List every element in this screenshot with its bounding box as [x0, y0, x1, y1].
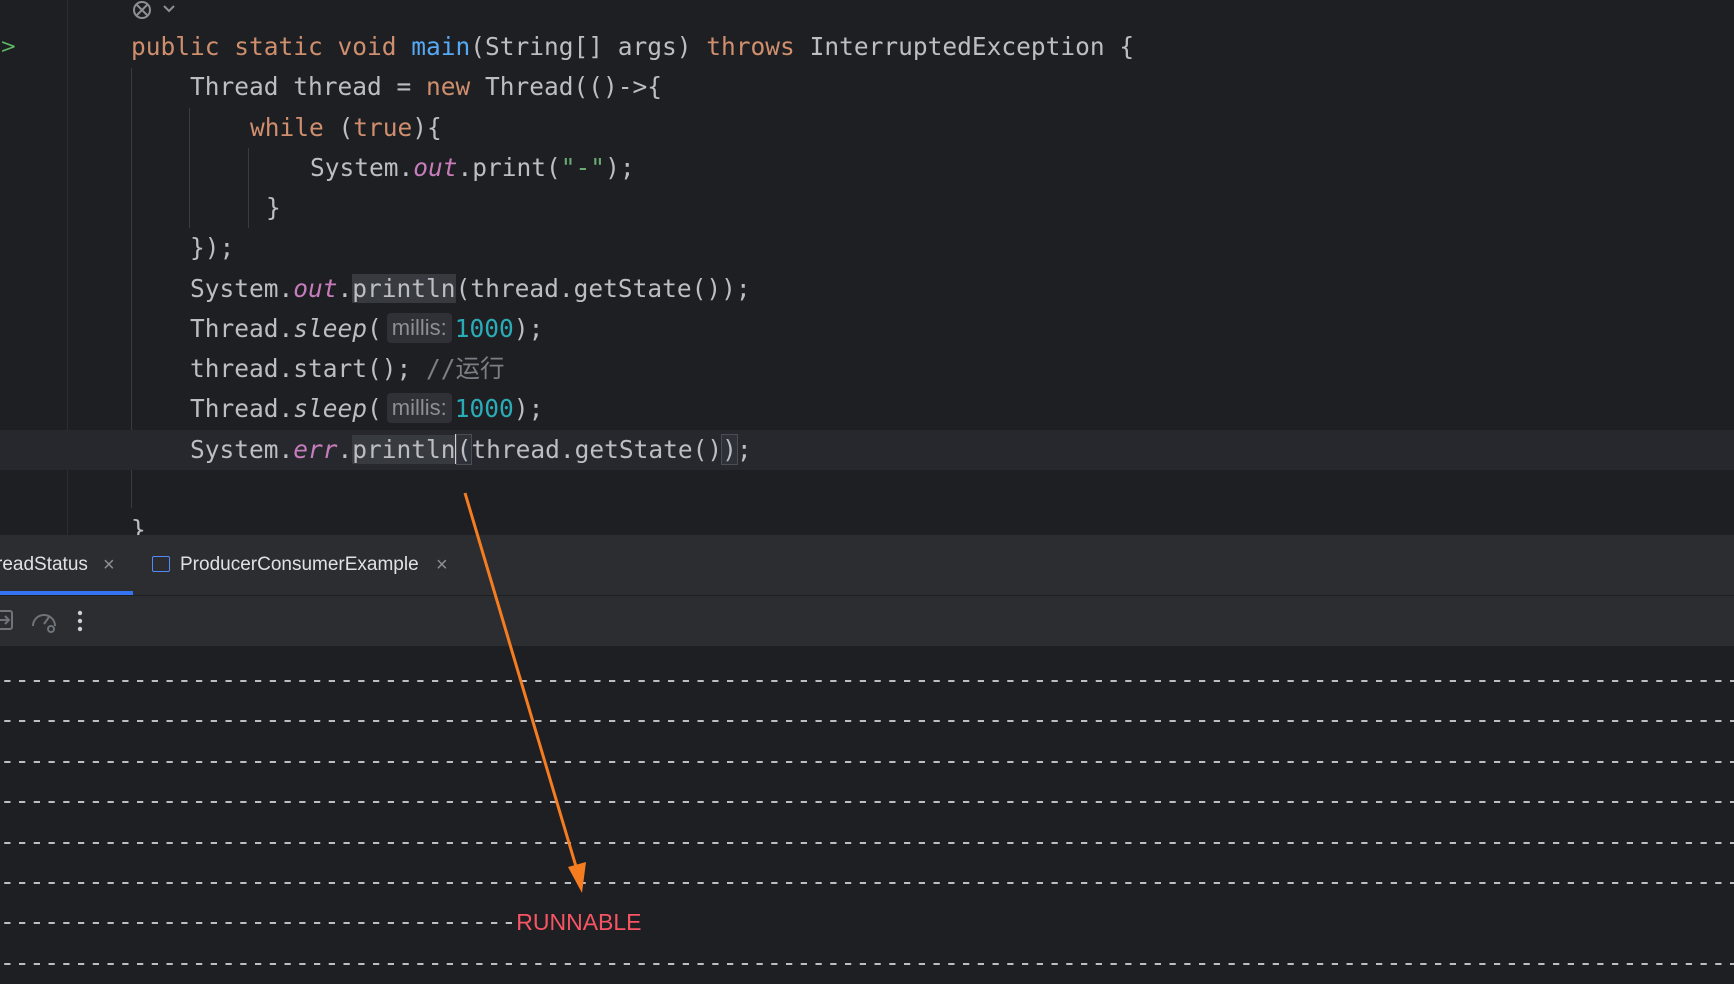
code-token: ( [367, 394, 382, 423]
code-token: thread.start(); [190, 354, 427, 383]
code-line[interactable]: }); [0, 228, 1734, 268]
console-line: ----------------------------------------… [0, 741, 1734, 781]
close-icon[interactable]: × [103, 535, 115, 595]
code-token: out [293, 274, 338, 303]
console-line: ----------------------------------------… [0, 862, 1734, 902]
console-line: ----------------------------------------… [0, 660, 1734, 700]
code-line[interactable]: Thread thread = new Thread(()->{ [0, 67, 1734, 107]
code-token: thread.getState() [471, 435, 723, 464]
run-toolbar [0, 596, 1734, 646]
code-token: "-" [560, 153, 606, 182]
code-token: sleep [293, 314, 368, 343]
code-line[interactable]: } [0, 188, 1734, 228]
code-line[interactable]: thread.start(); //运行 [0, 349, 1734, 389]
code-token: main [411, 32, 471, 61]
console-line: ----------------------------------------… [0, 781, 1734, 821]
code-token: println [352, 435, 456, 464]
code-token: . [337, 435, 353, 464]
code-token: Thread thread = [190, 72, 427, 101]
run-tab-bar: readStatus × ProducerConsumerExample × [0, 535, 1734, 596]
tab-label: ProducerConsumerExample [180, 554, 419, 575]
active-tab-indicator [0, 591, 133, 595]
class-file-icon [152, 556, 170, 572]
code-token: } [131, 515, 146, 535]
code-line[interactable] [0, 470, 1734, 510]
code-token: ( [455, 434, 473, 465]
console-output[interactable]: ----------------------------------------… [0, 646, 1734, 984]
code-token: ); [513, 314, 544, 343]
code-token: Thread. [190, 394, 294, 423]
code-token: ) [721, 434, 738, 465]
code-editor[interactable]: > public static void main(String[] args)… [0, 0, 1734, 535]
code-line[interactable]: System.out.print("-"); [0, 148, 1734, 188]
code-token: Thread. [190, 314, 294, 343]
code-line[interactable]: } [0, 510, 1734, 535]
code-token: 1000 [454, 394, 514, 423]
code-token: public static void [131, 32, 412, 61]
code-token: err [293, 435, 338, 464]
code-token: ; [736, 435, 752, 464]
code-line[interactable]: public static void main(String[] args) t… [0, 27, 1734, 67]
code-token: ( [323, 113, 354, 142]
code-line[interactable]: Thread.sleep(millis: 1000); [0, 309, 1734, 349]
code-token: out [413, 153, 458, 182]
stdout-text: ----------------------------------------… [0, 947, 1734, 977]
code-token: Thread(()->{ [470, 72, 663, 101]
more-options-icon[interactable] [76, 608, 84, 634]
code-token: . [337, 274, 353, 303]
code-token: System. [190, 274, 294, 303]
tab-label: readStatus [0, 554, 88, 575]
code-token: 运行 [455, 354, 505, 383]
code-token: ); [605, 153, 635, 182]
code-token: System. [310, 153, 414, 182]
code-token: (thread.getState()); [455, 274, 751, 303]
stdout-text: ----------------------------------------… [0, 705, 1734, 735]
stdout-text: ----------------------------------------… [0, 665, 1734, 694]
parameter-hint: millis: [386, 313, 452, 343]
stdout-text: ----------------------------------------… [0, 867, 1734, 896]
code-token: ); [513, 394, 544, 423]
code-token: }); [190, 233, 235, 262]
console-line: -----------------------------------RUNNA… [0, 902, 1734, 942]
code-token: while [250, 113, 324, 142]
code-line[interactable]: while (true){ [0, 108, 1734, 148]
code-line[interactable]: System.err.println(thread.getState()); [0, 430, 1734, 470]
code-token: System. [190, 435, 294, 464]
code-token: throws [706, 32, 795, 61]
code-token: println [352, 274, 456, 303]
restore-layout-icon[interactable] [0, 608, 16, 632]
code-token: ){ [412, 113, 442, 142]
close-icon[interactable]: × [436, 535, 448, 595]
tab-producerconsumerexample[interactable]: ProducerConsumerExample [180, 535, 419, 595]
stdout-text: ----------------------------------------… [0, 745, 1734, 775]
code-token: sleep [293, 394, 368, 423]
ai-assistant-icon[interactable] [130, 0, 178, 24]
code-token: InterruptedException { [794, 32, 1135, 61]
stdout-text: ----------------------------------- [0, 907, 517, 937]
code-token: .print( [457, 153, 561, 182]
code-token: (String[] args) [470, 32, 707, 61]
code-token: 1000 [454, 314, 514, 343]
code-line[interactable]: Thread.sleep(millis: 1000); [0, 389, 1734, 429]
code-line[interactable]: System.out.println(thread.getState()); [0, 269, 1734, 309]
console-line: ----------------------------------------… [0, 700, 1734, 740]
code-token: new [426, 72, 471, 101]
code-token: } [266, 193, 281, 222]
profiler-icon[interactable] [30, 608, 58, 634]
code-token: // [426, 354, 456, 383]
parameter-hint: millis: [386, 393, 452, 423]
stdout-text: ----------------------------------------… [0, 786, 1734, 816]
console-line: ----------------------------------------… [0, 822, 1734, 862]
code-token: ( [367, 314, 382, 343]
code-token: true [353, 113, 413, 142]
tab-readstatus[interactable]: readStatus [0, 535, 88, 595]
stderr-text: RUNNABLE [516, 909, 642, 936]
stdout-text: ----------------------------------------… [0, 826, 1734, 856]
console-line: ----------------------------------------… [0, 943, 1734, 983]
